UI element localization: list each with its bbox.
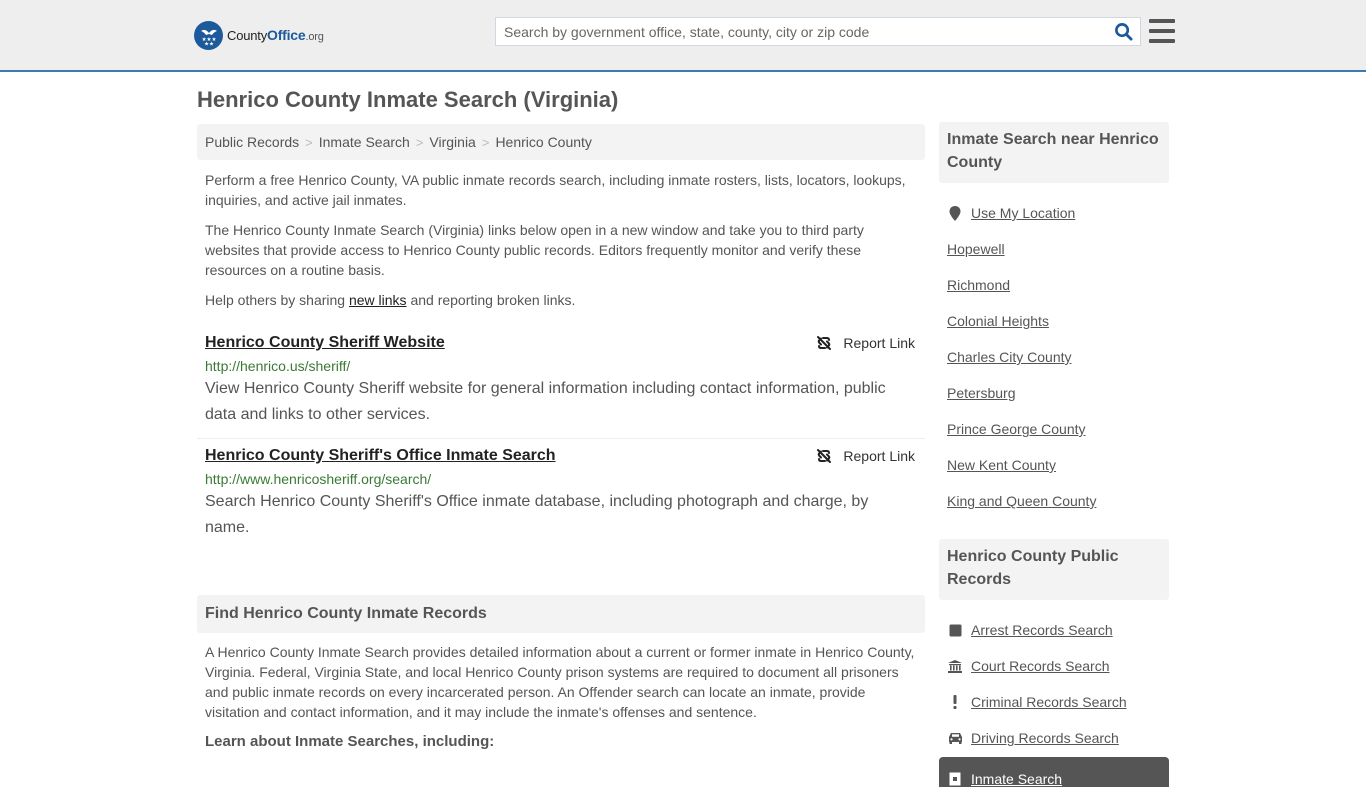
use-my-location-link[interactable]: Use My Location	[971, 205, 1075, 221]
resource-link-url: http://henrico.us/sheriff/	[205, 358, 351, 374]
nearby-heading: Inmate Search near Henrico County	[939, 122, 1169, 183]
broken-link-icon	[817, 336, 832, 350]
criminal-records-link[interactable]: Criminal Records Search	[971, 694, 1127, 710]
public-records-item: Criminal Records Search	[947, 684, 1161, 720]
report-link-label: Report Link	[843, 448, 915, 464]
jail-door-icon	[947, 771, 963, 787]
logo-org: .org	[305, 31, 324, 43]
exclamation-icon	[947, 694, 963, 710]
hamburger-menu-icon-bar	[1149, 39, 1175, 43]
breadcrumb-public-records[interactable]: Public Records	[205, 134, 299, 150]
resource-link-item: Henrico County Sheriff's Office Inmate S…	[197, 439, 925, 551]
nearby-item: New Kent County	[947, 447, 1161, 483]
resource-links-list: Henrico County Sheriff Website Report Li…	[197, 326, 925, 551]
find-records-body: A Henrico County Inmate Search provides …	[205, 644, 915, 720]
map-marker-icon	[947, 205, 963, 221]
court-records-link[interactable]: Court Records Search	[971, 658, 1110, 674]
public-records-list: Arrest Records Search Court Records Sear…	[939, 600, 1169, 756]
share-text: and reporting broken links.	[406, 292, 576, 308]
public-records-item: Court Records Search	[947, 648, 1161, 684]
nearby-item: Richmond	[947, 267, 1161, 303]
driving-records-link[interactable]: Driving Records Search	[971, 730, 1119, 746]
nearby-item: Hopewell	[947, 231, 1161, 267]
resource-link-item: Henrico County Sheriff Website Report Li…	[197, 326, 925, 439]
find-records-heading: Find Henrico County Inmate Records	[197, 595, 925, 633]
resource-link-title[interactable]: Henrico County Sheriff Website	[205, 333, 445, 353]
search-input[interactable]	[496, 18, 1106, 45]
report-link-label: Report Link	[843, 335, 915, 351]
learn-about-heading: Learn about Inmate Searches, including:	[205, 733, 495, 750]
broken-link-icon	[817, 449, 832, 463]
nearby-link-colonial-heights[interactable]: Colonial Heights	[947, 313, 1049, 329]
resource-link-title[interactable]: Henrico County Sheriff's Office Inmate S…	[205, 446, 556, 466]
nearby-link-new-kent-county[interactable]: New Kent County	[947, 457, 1056, 473]
intro-paragraph: The Henrico County Inmate Search (Virgin…	[205, 222, 864, 278]
car-icon	[947, 730, 963, 746]
breadcrumb-virginia[interactable]: Virginia	[429, 134, 475, 150]
nearby-item: Prince George County	[947, 411, 1161, 447]
share-links-paragraph: Help others by sharing new links and rep…	[205, 290, 917, 310]
hamburger-menu-button[interactable]	[1149, 19, 1175, 43]
courthouse-icon	[947, 658, 963, 674]
nearby-link-petersburg[interactable]: Petersburg	[947, 385, 1015, 401]
nearby-item: Colonial Heights	[947, 303, 1161, 339]
site-logo[interactable]: ★★★ ★★ CountyOffice.org	[194, 20, 324, 50]
nearby-link-prince-george-county[interactable]: Prince George County	[947, 421, 1086, 437]
public-records-heading: Henrico County Public Records	[939, 539, 1169, 600]
breadcrumb-separator: >	[305, 134, 313, 150]
nearby-item: Petersburg	[947, 375, 1161, 411]
svg-text:★★: ★★	[204, 42, 214, 47]
arrest-records-link[interactable]: Arrest Records Search	[971, 622, 1113, 638]
breadcrumb: Public Records > Inmate Search > Virgini…	[197, 124, 925, 160]
nearby-list: Use My Location Hopewell Richmond Coloni…	[939, 183, 1169, 519]
public-records-item: Arrest Records Search	[947, 612, 1161, 648]
logo-wordmark: CountyOffice.org	[227, 27, 324, 43]
page-title: Henrico County Inmate Search (Virginia)	[197, 87, 619, 112]
arrest-book-icon	[947, 622, 963, 638]
search-icon	[1114, 23, 1133, 41]
hamburger-menu-icon-bar	[1149, 19, 1175, 23]
site-search	[495, 17, 1141, 46]
main-content: Public Records > Inmate Search > Virgini…	[197, 124, 925, 750]
resource-link-description: Search Henrico County Sheriff's Office i…	[205, 493, 869, 536]
nearby-link-charles-city-county[interactable]: Charles City County	[947, 349, 1072, 365]
resource-link-description: View Henrico County Sheriff website for …	[205, 380, 886, 423]
search-button[interactable]	[1106, 18, 1140, 45]
share-text: Help others by sharing	[205, 292, 349, 308]
eagle-stars-logo-icon: ★★★ ★★	[194, 20, 223, 50]
intro-paragraph: Perform a free Henrico County, VA public…	[205, 172, 906, 208]
inmate-search-active-item[interactable]: Inmate Search	[939, 757, 1169, 787]
nearby-link-hopewell[interactable]: Hopewell	[947, 241, 1005, 257]
breadcrumb-separator: >	[481, 134, 490, 150]
breadcrumb-inmate-search[interactable]: Inmate Search	[319, 134, 410, 150]
breadcrumb-henrico-county: Henrico County	[495, 134, 592, 150]
intro-text: Perform a free Henrico County, VA public…	[197, 170, 925, 310]
nearby-link-richmond[interactable]: Richmond	[947, 277, 1010, 293]
public-records-item: Driving Records Search	[947, 720, 1161, 756]
sidebar: Inmate Search near Henrico County Use My…	[939, 122, 1169, 787]
inmate-search-link[interactable]: Inmate Search	[971, 771, 1062, 787]
nearby-item: King and Queen County	[947, 483, 1161, 519]
new-links-link[interactable]: new links	[349, 292, 407, 308]
hamburger-menu-icon-bar	[1149, 29, 1175, 33]
nearby-link-king-and-queen-county[interactable]: King and Queen County	[947, 493, 1096, 509]
breadcrumb-separator: >	[415, 134, 424, 150]
logo-office: Office	[267, 27, 306, 43]
resource-link-url: http://www.henricosheriff.org/search/	[205, 471, 432, 487]
report-link-button[interactable]: Report Link	[816, 335, 915, 351]
logo-county: County	[227, 28, 267, 43]
report-link-button[interactable]: Report Link	[816, 448, 915, 464]
top-header: ★★★ ★★ CountyOffice.org	[0, 0, 1366, 72]
nearby-item: Charles City County	[947, 339, 1161, 375]
use-my-location-item: Use My Location	[947, 195, 1161, 231]
